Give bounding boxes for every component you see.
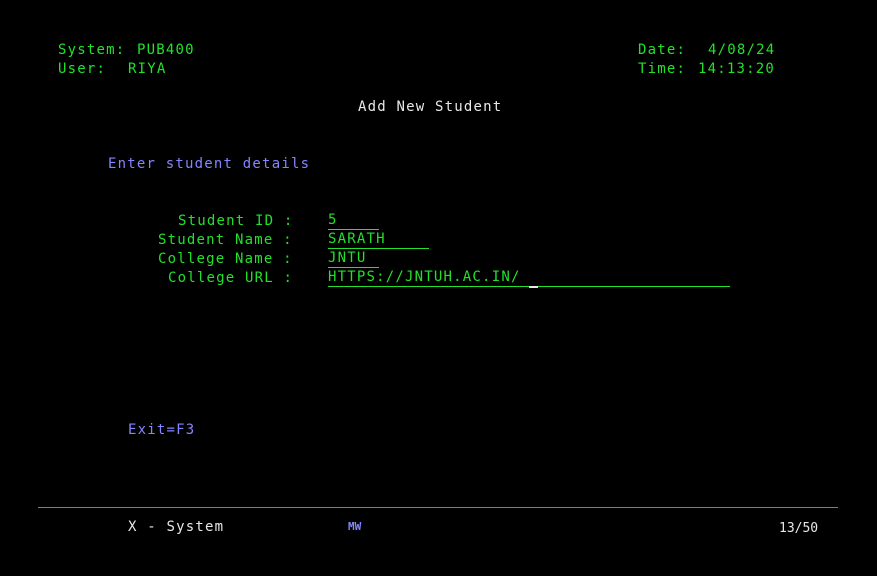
student-id-label: Student ID : <box>178 213 294 229</box>
exit-f3-key[interactable]: Exit=F3 <box>128 422 195 438</box>
time-label: Time: <box>638 61 687 77</box>
college-name-field[interactable]: JNTU <box>328 250 379 268</box>
date-label: Date: <box>638 42 687 58</box>
instruction-text: Enter student details <box>108 156 311 172</box>
student-name-field[interactable]: SARATH <box>328 231 429 249</box>
student-id-field[interactable]: 5 <box>328 212 379 230</box>
college-name-label: College Name : <box>158 251 293 267</box>
cursor-position: 13/50 <box>779 521 819 536</box>
system-value: PUB400 <box>137 42 195 58</box>
college-url-field[interactable]: HTTPS://JNTUH.AC.IN/ <box>328 269 730 287</box>
student-name-label: Student Name : <box>158 232 293 248</box>
mode-indicator: MW <box>348 520 362 533</box>
session-name: X - System <box>128 519 225 535</box>
time-value: 14:13:20 <box>698 61 776 77</box>
user-label: User: <box>58 61 107 77</box>
college-url-label: College URL : <box>168 270 294 286</box>
system-label: System: <box>58 42 126 58</box>
text-cursor <box>529 286 538 288</box>
date-value: 4/08/24 <box>708 42 776 58</box>
page-title: Add New Student <box>358 99 503 115</box>
status-divider <box>38 507 838 508</box>
user-value: RIYA <box>128 61 167 77</box>
